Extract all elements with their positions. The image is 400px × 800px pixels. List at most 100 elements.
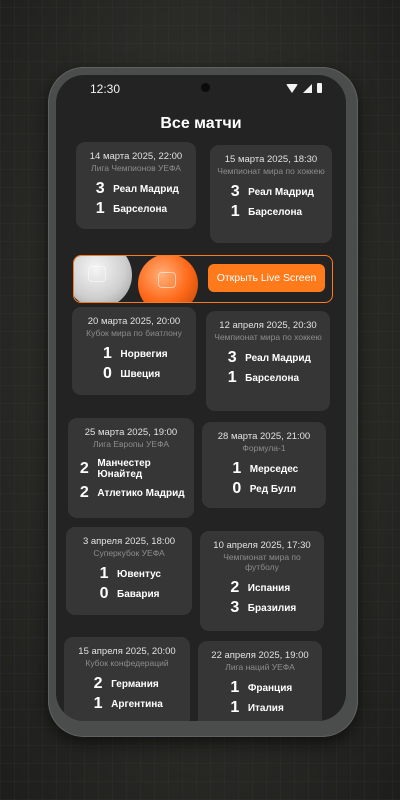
team-name: Ред Булл xyxy=(249,483,297,495)
match-league: Кубок мира по биатлону xyxy=(86,328,182,338)
team-row: 0 Бавария xyxy=(97,584,161,604)
match-teams: 3 Реал Мадрид 1 Барселона xyxy=(225,348,311,388)
team-name: Барселона xyxy=(248,206,303,218)
team-score: 3 xyxy=(95,180,105,197)
team-score: 1 xyxy=(99,565,109,582)
match-card[interactable]: 20 марта 2025, 20:00 Кубок мира по биатл… xyxy=(72,307,196,395)
team-row: 1 Барселона xyxy=(228,202,314,222)
team-score: 0 xyxy=(232,480,242,497)
team-score: 2 xyxy=(79,460,89,477)
team-score: 1 xyxy=(93,695,103,712)
match-league: Лига Европы УЕФА xyxy=(92,439,170,449)
team-score: 1 xyxy=(230,679,240,696)
match-date: 25 марта 2025, 19:00 xyxy=(84,427,178,438)
team-row: 1 Барселона xyxy=(93,199,179,219)
status-bar: 12:30 xyxy=(56,75,346,101)
match-card[interactable]: 25 марта 2025, 19:00 Лига Европы УЕФА 2М… xyxy=(68,418,194,518)
page-title: Все матчи xyxy=(160,115,242,132)
team-name: Германия xyxy=(111,678,159,690)
match-card[interactable]: 3 апреля 2025, 18:00 Суперкубок УЕФА 1 Юв… xyxy=(66,527,192,615)
match-date: 20 марта 2025, 20:00 xyxy=(87,316,181,327)
match-date: 3 апреля 2025, 18:00 xyxy=(82,536,176,547)
team-score: 3 xyxy=(230,599,240,616)
signal-icon xyxy=(303,83,312,93)
match-card[interactable]: 12 апреля 2025, 20:30 Чемпионат мира по … xyxy=(206,311,330,411)
team-row: 1 Барселона xyxy=(225,368,311,388)
team-name: Реал Мадрид xyxy=(248,186,314,198)
team-name: Реал Мадрид xyxy=(245,352,311,364)
match-teams: 1 Ювентус 0 Бавария xyxy=(97,564,161,604)
team-row: 1 Италия xyxy=(228,698,292,718)
team-score: 1 xyxy=(102,345,112,362)
match-date: 12 апреля 2025, 20:30 xyxy=(219,320,317,331)
match-date: 15 марта 2025, 18:30 xyxy=(224,154,318,165)
match-teams: 2 Германия 1 Аргентина xyxy=(91,674,163,714)
team-row: 1 Мерседес xyxy=(230,459,298,479)
team-row: 2 Германия xyxy=(91,674,163,694)
team-name: Норвегия xyxy=(120,348,168,360)
team-name: Ювентус xyxy=(117,568,161,580)
team-row: 1 Аргентина xyxy=(91,694,163,714)
match-card[interactable]: 15 апреля 2025, 20:00 Кубок конфедераций… xyxy=(64,637,190,721)
match-date: 22 апреля 2025, 19:00 xyxy=(211,650,309,661)
team-name: Барселона xyxy=(245,372,300,384)
team-score: 1 xyxy=(230,699,240,716)
team-name: Испания xyxy=(247,582,291,594)
team-score: 1 xyxy=(230,203,240,220)
team-score: 0 xyxy=(102,365,112,382)
match-league: Кубок конфедераций xyxy=(85,658,169,668)
team-row: 3 Реал Мадрид xyxy=(228,182,314,202)
team-row: 2 Испания xyxy=(228,578,296,598)
camera-cutout xyxy=(201,83,210,92)
team-score: 2 xyxy=(79,484,89,501)
match-league: Лига Чемпионов УЕФА xyxy=(91,163,181,173)
match-teams: 1 Норвегия 0 Швеция xyxy=(100,344,168,384)
team-score: 3 xyxy=(230,183,240,200)
match-league: Чемпионат мира по хоккею xyxy=(214,332,322,342)
battery-icon xyxy=(317,83,322,93)
soccer-ball-orange-icon xyxy=(138,256,198,302)
match-league: Чемпионат мира по хоккею xyxy=(217,166,325,176)
team-row: 1 Франция xyxy=(228,678,292,698)
soccer-ball-white-icon xyxy=(74,256,132,302)
team-score: 2 xyxy=(230,579,240,596)
match-teams: 3 Реал Мадрид 1 Барселона xyxy=(93,179,179,219)
team-name: Бавария xyxy=(117,588,160,600)
team-name: Мерседес xyxy=(249,463,299,475)
match-card[interactable]: 14 марта 2025, 22:00 Лига Чемпионов УЕФА… xyxy=(76,142,196,229)
team-row: 1 Ювентус xyxy=(97,564,161,584)
match-date: 28 марта 2025, 21:00 xyxy=(217,431,311,442)
open-live-screen-button[interactable]: Открыть Live Screen xyxy=(208,264,325,292)
match-league: Суперкубок УЕФА xyxy=(93,548,165,558)
team-row: 2 Атлетико Мадрид xyxy=(77,483,185,503)
team-name: Манчестер Юнайтед xyxy=(97,458,151,480)
live-screen-banner: Открыть Live Screen xyxy=(73,255,333,303)
match-card[interactable]: 28 марта 2025, 21:00 Формула-1 1 Мерседес… xyxy=(202,422,326,508)
match-teams: 1 Мерседес 0 Ред Булл xyxy=(230,459,298,499)
team-score: 1 xyxy=(232,460,242,477)
match-card[interactable]: 15 марта 2025, 18:30 Чемпионат мира по х… xyxy=(210,145,332,243)
team-row: 0 Ред Булл xyxy=(230,479,298,499)
team-row: 3 Реал Мадрид xyxy=(93,179,179,199)
status-time: 12:30 xyxy=(90,82,121,96)
match-league: Лига наций УЕФА xyxy=(225,662,295,672)
team-score: 1 xyxy=(95,200,105,217)
team-row: 3 Реал Мадрид xyxy=(225,348,311,368)
match-date: 10 апреля 2025, 17:30 xyxy=(213,540,311,551)
team-name: Аргентина xyxy=(111,698,163,710)
match-league: Формула-1 xyxy=(242,443,286,453)
team-score: 1 xyxy=(227,369,237,386)
team-score: 2 xyxy=(93,675,103,692)
team-name: Швеция xyxy=(120,368,161,380)
team-row: 3 Бразилия xyxy=(228,598,296,618)
team-name: Атлетико Мадрид xyxy=(97,487,185,499)
match-card[interactable]: 10 апреля 2025, 17:30 Чемпионат мира по … xyxy=(200,531,324,631)
team-score: 0 xyxy=(99,585,109,602)
wifi-icon xyxy=(286,83,298,93)
match-card[interactable]: 22 апреля 2025, 19:00 Лига наций УЕФА 1Ф… xyxy=(198,641,322,721)
match-teams: 2 Манчестер Юнайтед 2 Атлетико Мадрид xyxy=(77,455,185,503)
match-teams: 1 Франция 1 Италия xyxy=(228,678,292,718)
match-date: 14 марта 2025, 22:00 xyxy=(89,151,183,162)
team-row: 2 Манчестер Юнайтед xyxy=(77,455,184,483)
match-teams: 2 Испания 3 Бразилия xyxy=(228,578,296,618)
